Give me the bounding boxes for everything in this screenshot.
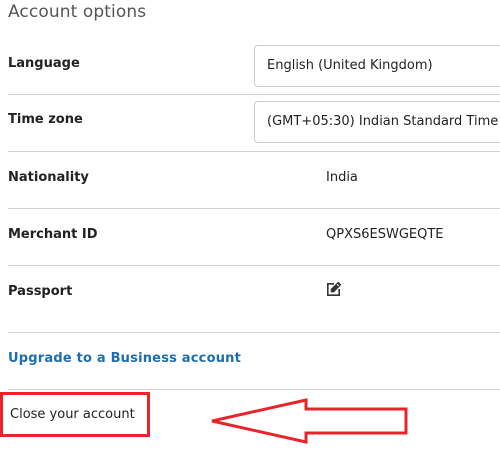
merchant-id-label: Merchant ID <box>8 227 98 242</box>
nationality-value: India <box>326 170 358 185</box>
timezone-label: Time zone <box>8 112 83 127</box>
language-select[interactable]: English (United Kingdom) <box>254 45 500 87</box>
timezone-select-value: (GMT+05:30) Indian Standard Time <box>267 114 499 129</box>
section-title: Account options <box>8 2 147 22</box>
nationality-label: Nationality <box>8 170 89 185</box>
language-select-value: English (United Kingdom) <box>267 58 433 73</box>
merchant-id-value: QPXS6ESWGEQTE <box>326 227 444 242</box>
language-label: Language <box>8 56 80 71</box>
passport-row: Passport <box>8 265 500 333</box>
merchant-id-row: Merchant ID QPXS6ESWGEQTE <box>8 208 500 266</box>
annotation-arrow <box>211 398 408 444</box>
passport-label: Passport <box>8 284 73 299</box>
upgrade-business-link[interactable]: Upgrade to a Business account <box>8 351 241 366</box>
nationality-row: Nationality India <box>8 151 500 209</box>
edit-icon[interactable] <box>325 280 343 298</box>
timezone-select[interactable]: (GMT+05:30) Indian Standard Time <box>254 101 500 143</box>
close-account-link[interactable]: Close your account <box>0 392 150 437</box>
